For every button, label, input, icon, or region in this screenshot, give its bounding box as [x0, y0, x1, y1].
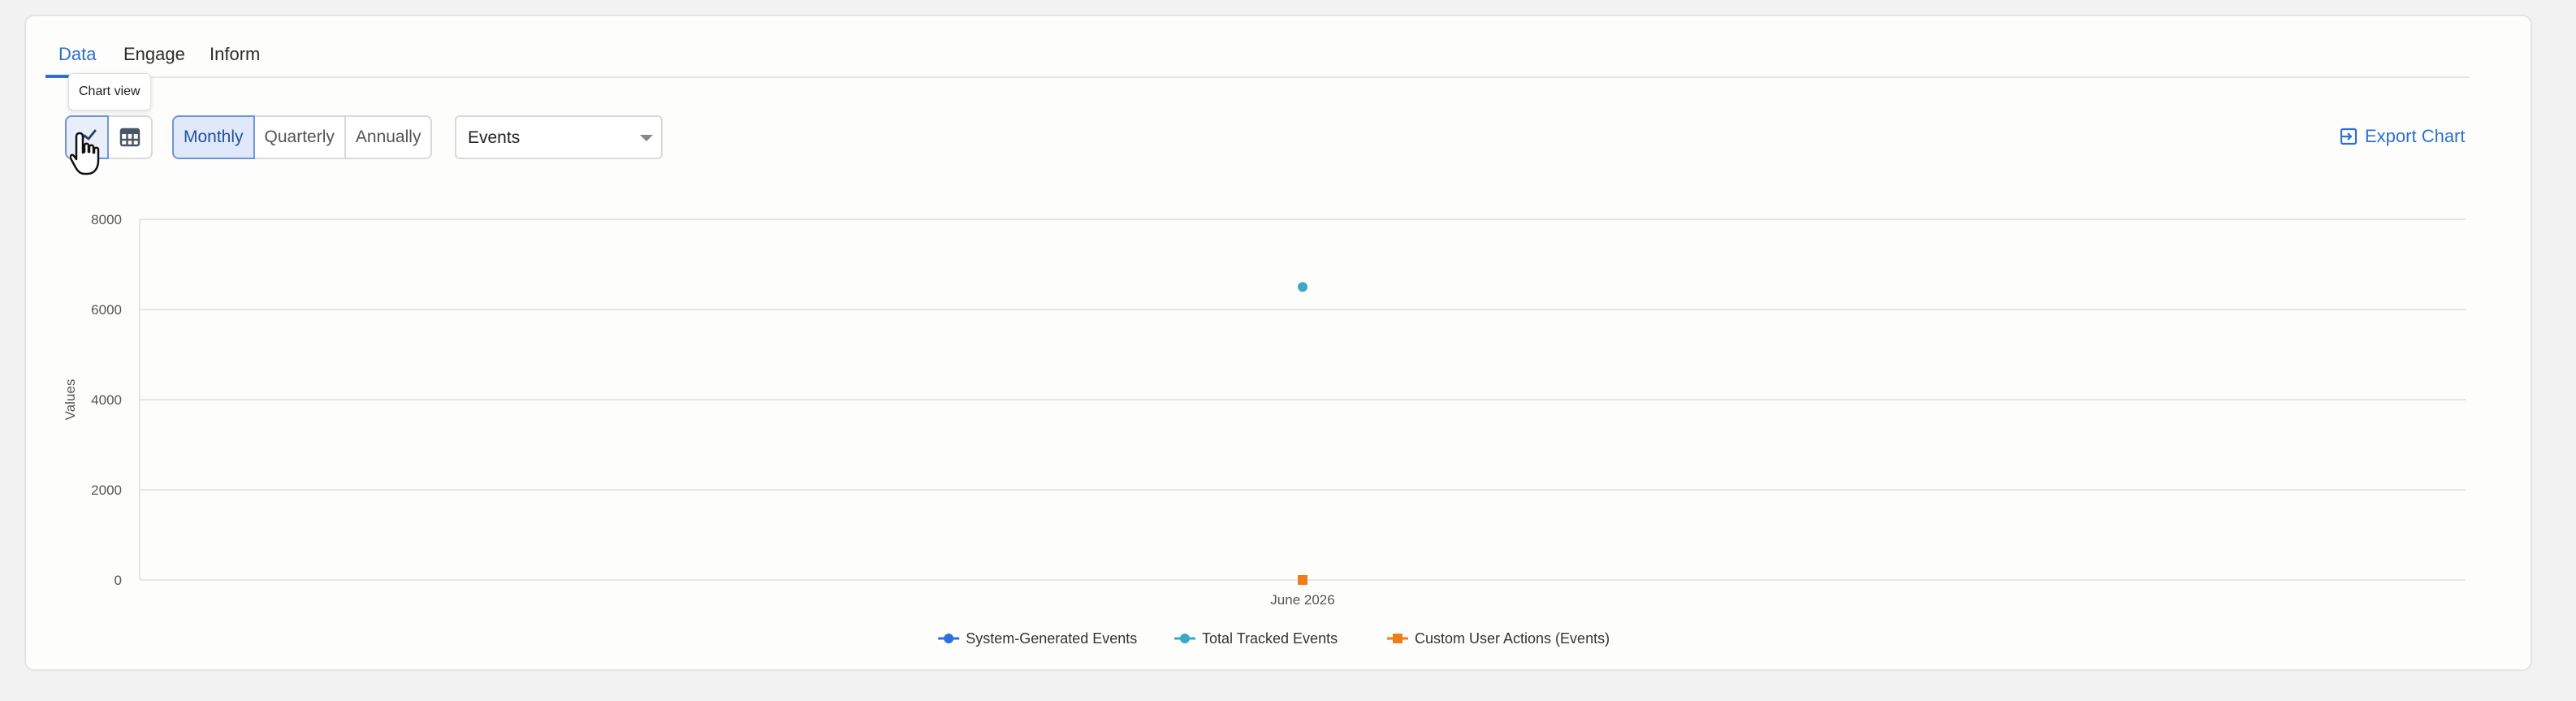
y-tick-label-3: 6000 [91, 302, 122, 318]
y-tick-label-1: 2000 [91, 482, 122, 498]
legend-label-1: Total Tracked Events [1202, 630, 1338, 647]
y-tick-label-4: 8000 [91, 212, 122, 227]
y-tick-label-0: 0 [115, 573, 122, 588]
series-1-point-0 [1298, 282, 1307, 292]
y-axis-title: Values [63, 379, 78, 421]
y-tick-label-2: 4000 [91, 392, 122, 408]
legend-marker-0 [944, 634, 954, 643]
hand-cursor-icon [69, 130, 107, 184]
legend-marker-1 [1180, 634, 1190, 643]
series-2-point-0 [1298, 575, 1307, 585]
legend-label-0: System-Generated Events [966, 630, 1137, 647]
legend-marker-2 [1393, 634, 1403, 643]
legend-label-2: Custom User Actions (Events) [1415, 630, 1610, 647]
events-chart: 0 2000 4000 6000 8000 Values June 2026 System-G… [63, 212, 2466, 647]
chart-area: 0 2000 4000 6000 8000 Values June 2026 System-G… [0, 0, 2576, 697]
x-tick-label-0: June 2026 [1270, 592, 1334, 608]
